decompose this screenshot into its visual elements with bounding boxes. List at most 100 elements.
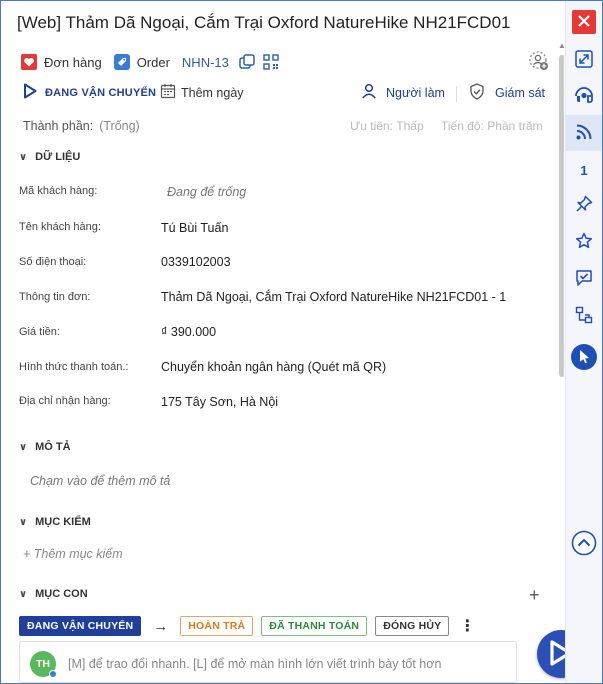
order-tag[interactable]: Order	[113, 54, 170, 70]
play-outline-icon	[23, 83, 37, 102]
workflow-button[interactable]	[572, 304, 596, 328]
avatar: TH	[30, 651, 57, 678]
field-label-address: Địa chỉ nhận hàng:	[19, 395, 111, 407]
order-type-tag[interactable]: Đơn hàng	[21, 54, 102, 70]
field-value-phone[interactable]: 0339102003	[161, 255, 231, 269]
add-day-label: Thêm ngày	[181, 85, 244, 100]
supervisor-label: Giám sát	[495, 86, 546, 100]
scrollbar-thumb[interactable]	[559, 55, 564, 377]
add-day-button[interactable]: Thêm ngày	[160, 83, 244, 102]
field-value-price[interactable]: ₫ 390.000	[161, 325, 216, 339]
task-header-row: Đơn hàng Order NHN-13	[21, 51, 279, 73]
chevron-up-circle-icon	[571, 530, 597, 559]
section-data-header[interactable]: ∨ DỮ LIỆU	[19, 151, 80, 163]
task-title[interactable]: [Web] Thảm Dã Ngoại, Cắm Trại Oxford Nat…	[17, 13, 511, 33]
agent-button[interactable]	[572, 85, 596, 109]
approve-button[interactable]	[572, 267, 596, 291]
more-options-icon[interactable]: ⋮	[459, 616, 475, 636]
copy-link-icon[interactable]	[239, 54, 255, 70]
field-label-phone: Số điện thoại:	[19, 256, 87, 268]
comment-box[interactable]: TH [M] để trao đổi nhanh. [L] để mở màn …	[19, 641, 517, 683]
progress-label: Tiến độ:	[441, 119, 484, 133]
field-value-customer-code[interactable]: Đang để trống	[167, 185, 246, 199]
order-type-label: Đơn hàng	[44, 54, 102, 70]
field-label-customer-code: Mã khách hàng:	[19, 185, 98, 197]
workflow-bar: ĐANG VẬN CHUYỂN → HOÀN TRẢ ĐÃ THANH TOÁN…	[19, 615, 475, 637]
section-description-title: MÔ TẢ	[35, 441, 71, 453]
field-value-customer-name[interactable]: Tú Bùi Tuấn	[161, 221, 228, 235]
priority-field[interactable]: Ưu tiên: Thấp	[350, 119, 424, 133]
scrollbar[interactable]: ▲	[558, 41, 564, 681]
chat-check-icon	[575, 269, 593, 290]
qr-code-icon[interactable]	[263, 54, 279, 70]
chevron-down-icon: ∨	[19, 588, 28, 600]
section-checklist-header[interactable]: ∨ MỤC KIỂM	[19, 516, 91, 528]
pointer-button[interactable]	[571, 344, 597, 370]
status-button[interactable]: ĐANG VẬN CHUYỂN	[23, 83, 156, 102]
field-label-price: Giá tiền:	[19, 326, 60, 338]
task-toolbar: ĐANG VẬN CHUYỂN Thêm ngày Người làm Giám…	[23, 83, 553, 105]
online-status-dot	[49, 670, 57, 678]
task-code[interactable]: NHN-13	[182, 55, 229, 70]
field-label-customer-name: Tên khách hàng:	[19, 221, 101, 233]
calendar-icon	[160, 83, 176, 102]
right-toolbar: 1	[565, 1, 602, 683]
status-label: ĐANG VẬN CHUYỂN	[45, 86, 157, 99]
field-label-order-info: Thông tin đơn:	[19, 291, 91, 303]
toolbar-divider	[456, 86, 457, 102]
component-value: (Trống)	[99, 119, 140, 133]
scroll-up-arrow-icon[interactable]: ▲	[558, 41, 564, 50]
workflow-status-return[interactable]: HOÀN TRẢ	[180, 616, 254, 636]
section-description-header[interactable]: ∨ MÔ TẢ	[19, 441, 71, 453]
star-icon	[575, 232, 593, 253]
add-checklist-item-button[interactable]: + Thêm mục kiểm	[23, 547, 123, 561]
workflow-status-cancel[interactable]: ĐÓNG HỦY	[375, 616, 450, 636]
order-label: Order	[136, 54, 170, 70]
field-value-order-info[interactable]: Thảm Dã Ngoại, Cắm Trại Oxford NatureHik…	[161, 290, 506, 304]
follow-button[interactable]	[572, 121, 596, 145]
headset-icon	[574, 86, 594, 109]
pin-button[interactable]	[572, 193, 596, 217]
shield-check-icon	[469, 83, 485, 103]
field-value-address[interactable]: 175 Tây Sơn, Hà Nội	[161, 395, 278, 409]
expand-button[interactable]	[572, 48, 596, 72]
flow-icon	[575, 306, 593, 327]
workflow-current-status[interactable]: ĐANG VẬN CHUYỂN	[19, 616, 142, 636]
component-label: Thành phần:	[23, 119, 94, 133]
chevron-down-icon: ∨	[19, 151, 28, 163]
section-data-title: DỮ LIỆU	[35, 151, 81, 163]
section-subtasks-header[interactable]: ∨ MỤC CON	[19, 588, 88, 600]
progress-value: Phần trăm	[487, 119, 543, 133]
rss-icon	[575, 123, 593, 144]
close-button[interactable]	[572, 10, 596, 34]
task-detail-panel: [Web] Thảm Dã Ngoại, Cắm Trại Oxford Nat…	[1, 1, 564, 683]
star-button[interactable]	[572, 230, 596, 254]
description-input[interactable]: Chạm vào để thêm mô tả	[30, 474, 170, 488]
field-label-payment-method: Hình thức thanh toán.:	[19, 361, 129, 373]
assignee-button[interactable]: Người làm	[361, 83, 445, 102]
add-subtask-plus-icon[interactable]: +	[529, 585, 540, 606]
chevron-down-icon: ∨	[19, 441, 28, 453]
tag-icon	[113, 54, 130, 70]
priority-label: Ưu tiên:	[350, 119, 393, 133]
pin-icon	[575, 195, 593, 216]
heart-icon	[21, 54, 37, 70]
close-icon	[577, 14, 591, 31]
follower-count[interactable]: 1	[566, 163, 602, 178]
scroll-to-top-button[interactable]	[571, 530, 597, 559]
supervisor-button[interactable]: Giám sát	[469, 83, 545, 103]
workflow-status-paid[interactable]: ĐÃ THANH TOÁN	[261, 616, 368, 636]
arrow-right-icon: →	[153, 617, 169, 635]
section-checklist-title: MỤC KIỂM	[35, 516, 91, 528]
section-subtasks-title: MỤC CON	[35, 588, 88, 600]
comment-input[interactable]: [M] để trao đổi nhanh. [L] để mở màn hìn…	[68, 657, 441, 671]
chevron-down-icon: ∨	[19, 516, 28, 528]
watcher-settings-icon[interactable]	[528, 50, 550, 72]
user-icon	[361, 83, 377, 102]
field-value-payment-method[interactable]: Chuyển khoản ngân hàng (Quét mã QR)	[161, 360, 386, 374]
component-field[interactable]: Thành phần: (Trống)	[23, 119, 140, 133]
priority-value: Thấp	[396, 119, 424, 133]
assignee-label: Người làm	[386, 85, 445, 100]
progress-field[interactable]: Tiến độ: Phần trăm	[441, 119, 543, 133]
expand-icon	[575, 49, 593, 71]
